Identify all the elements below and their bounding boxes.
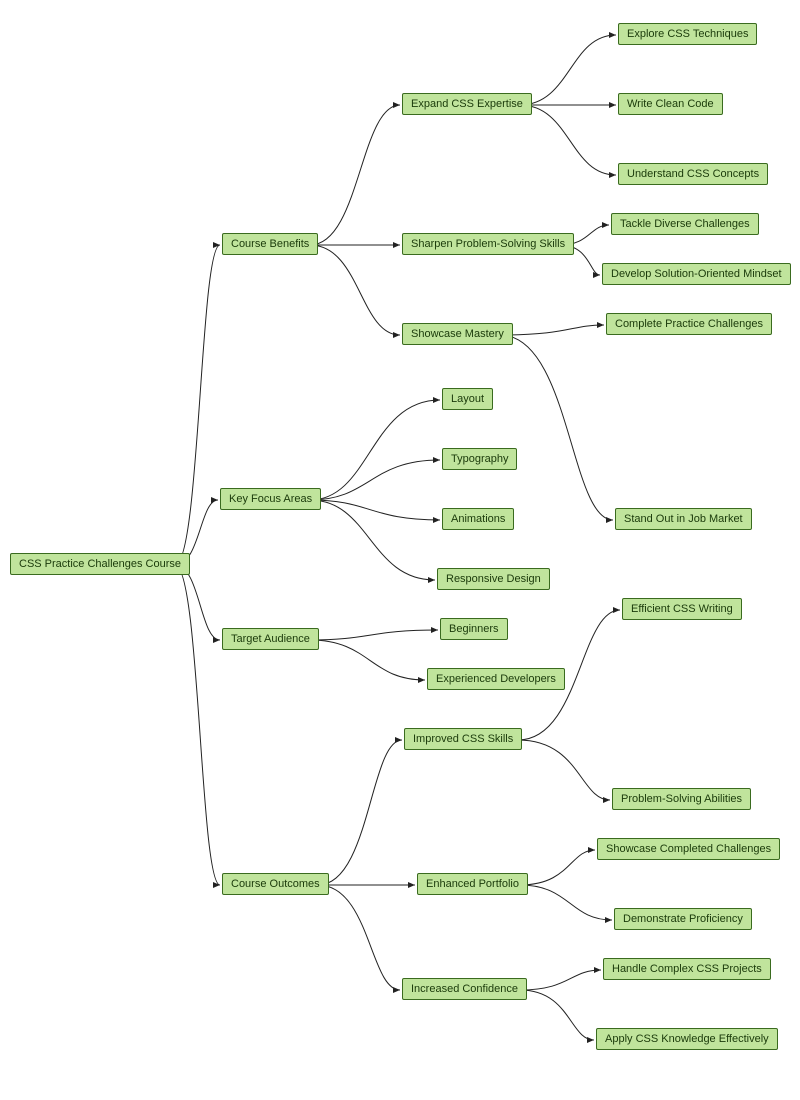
node-problem-solving: Problem-Solving Abilities — [612, 788, 751, 810]
node-showcase-mastery: Showcase Mastery — [402, 323, 513, 345]
node-layout: Layout — [442, 388, 493, 410]
node-sharpen-skills: Sharpen Problem-Solving Skills — [402, 233, 574, 255]
node-apply-knowledge: Apply CSS Knowledge Effectively — [596, 1028, 778, 1050]
node-handle-complex: Handle Complex CSS Projects — [603, 958, 771, 980]
node-enhanced-portfolio: Enhanced Portfolio — [417, 873, 528, 895]
node-key-focus-areas: Key Focus Areas — [220, 488, 321, 510]
node-explore-techniques: Explore CSS Techniques — [618, 23, 757, 45]
node-target-audience: Target Audience — [222, 628, 319, 650]
node-responsive: Responsive Design — [437, 568, 550, 590]
node-course-benefits: Course Benefits — [222, 233, 318, 255]
node-course-outcomes: Course Outcomes — [222, 873, 329, 895]
node-understand-concepts: Understand CSS Concepts — [618, 163, 768, 185]
node-stand-out: Stand Out in Job Market — [615, 508, 752, 530]
node-efficient-writing: Efficient CSS Writing — [622, 598, 742, 620]
node-animations: Animations — [442, 508, 514, 530]
node-expand-css: Expand CSS Expertise — [402, 93, 532, 115]
node-typography: Typography — [442, 448, 517, 470]
node-solution-mindset: Develop Solution-Oriented Mindset — [602, 263, 791, 285]
node-tackle-challenges: Tackle Diverse Challenges — [611, 213, 759, 235]
node-root: CSS Practice Challenges Course — [10, 553, 190, 575]
node-write-clean: Write Clean Code — [618, 93, 723, 115]
node-increased-confidence: Increased Confidence — [402, 978, 527, 1000]
node-improved-skills: Improved CSS Skills — [404, 728, 522, 750]
node-beginners: Beginners — [440, 618, 508, 640]
node-experienced: Experienced Developers — [427, 668, 565, 690]
node-showcase-completed: Showcase Completed Challenges — [597, 838, 780, 860]
node-complete-challenges: Complete Practice Challenges — [606, 313, 772, 335]
node-demonstrate: Demonstrate Proficiency — [614, 908, 752, 930]
